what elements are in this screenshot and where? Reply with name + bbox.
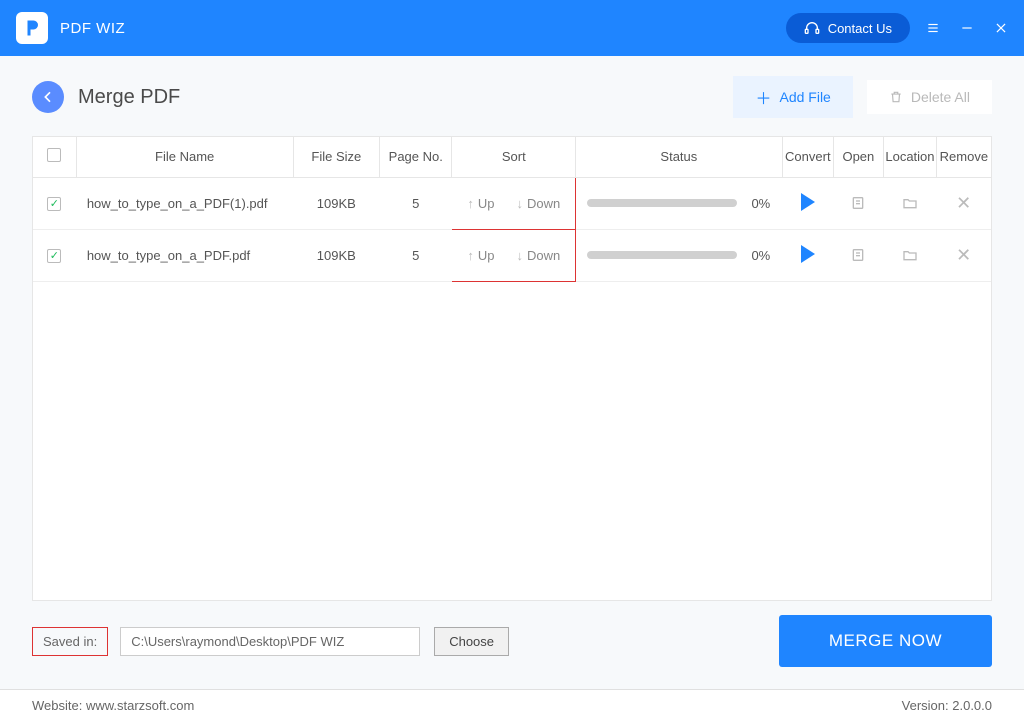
remove-row-icon[interactable]: ✕ <box>956 245 971 265</box>
table-row: how_to_type_on_a_PDF.pdf 109KB 5 ↑ Up ↓ … <box>33 229 991 281</box>
open-location-icon[interactable] <box>884 247 937 263</box>
delete-all-button[interactable]: Delete All <box>867 80 992 114</box>
contact-us-label: Contact Us <box>828 21 892 36</box>
minimize-icon[interactable] <box>960 21 974 35</box>
footer: Website: www.starzsoft.com Version: 2.0.… <box>0 689 1024 721</box>
col-checkbox <box>33 137 76 177</box>
menu-icon[interactable] <box>926 21 940 35</box>
col-pageno: Page No. <box>380 137 452 177</box>
select-all-checkbox[interactable] <box>47 148 61 162</box>
website-link[interactable]: Website: www.starzsoft.com <box>32 698 194 713</box>
cell-filesize: 109KB <box>293 229 380 281</box>
add-file-label: Add File <box>779 89 830 105</box>
cell-filesize: 109KB <box>293 177 380 229</box>
cell-filename: how_to_type_on_a_PDF.pdf <box>76 229 293 281</box>
sort-up-button[interactable]: ↑ Up <box>467 248 494 263</box>
col-sort: Sort <box>452 137 576 177</box>
version-label: Version: 2.0.0.0 <box>902 698 992 713</box>
progress-bar: 0% <box>576 196 781 211</box>
page-title: Merge PDF <box>78 86 180 109</box>
open-location-icon[interactable] <box>884 195 937 211</box>
arrow-up-icon: ↑ <box>467 248 474 263</box>
merge-now-button[interactable]: MERGE NOW <box>779 615 992 667</box>
trash-icon <box>889 90 903 104</box>
saved-in-label: Saved in: <box>32 627 108 656</box>
progress-pct: 0% <box>751 248 770 263</box>
row-checkbox[interactable] <box>47 249 61 263</box>
plus-icon: ＋ <box>755 85 771 109</box>
arrow-down-icon: ↓ <box>516 196 523 211</box>
close-icon[interactable] <box>994 21 1008 35</box>
back-button[interactable] <box>32 81 64 113</box>
cell-filename: how_to_type_on_a_PDF(1).pdf <box>76 177 293 229</box>
convert-button[interactable] <box>801 245 815 263</box>
remove-row-icon[interactable]: ✕ <box>956 193 971 213</box>
contact-us-button[interactable]: Contact Us <box>786 13 910 43</box>
cell-pageno: 5 <box>380 229 452 281</box>
choose-folder-button[interactable]: Choose <box>434 627 509 656</box>
row-checkbox[interactable] <box>47 197 61 211</box>
col-status: Status <box>576 137 782 177</box>
progress-bar: 0% <box>576 248 781 263</box>
headset-icon <box>804 20 820 36</box>
col-location: Location <box>883 137 937 177</box>
app-title: PDF WIZ <box>60 20 125 37</box>
open-file-icon[interactable] <box>834 195 883 211</box>
titlebar: PDF WIZ Contact Us <box>0 0 1024 56</box>
col-convert: Convert <box>782 137 834 177</box>
col-remove: Remove <box>937 137 991 177</box>
col-filename: File Name <box>76 137 293 177</box>
delete-all-label: Delete All <box>911 89 970 105</box>
file-table: File Name File Size Page No. Sort Status… <box>32 136 992 601</box>
add-file-button[interactable]: ＋ Add File <box>733 76 852 118</box>
col-open: Open <box>834 137 884 177</box>
app-logo <box>16 12 48 44</box>
cell-pageno: 5 <box>380 177 452 229</box>
table-row: how_to_type_on_a_PDF(1).pdf 109KB 5 ↑ Up… <box>33 177 991 229</box>
col-filesize: File Size <box>293 137 380 177</box>
sort-up-button[interactable]: ↑ Up <box>467 196 494 211</box>
sort-down-button[interactable]: ↓ Down <box>516 196 560 211</box>
open-file-icon[interactable] <box>834 247 883 263</box>
arrow-up-icon: ↑ <box>467 196 474 211</box>
progress-pct: 0% <box>751 196 770 211</box>
convert-button[interactable] <box>801 193 815 211</box>
save-path-input[interactable] <box>120 627 420 656</box>
sort-down-button[interactable]: ↓ Down <box>516 248 560 263</box>
arrow-down-icon: ↓ <box>516 248 523 263</box>
